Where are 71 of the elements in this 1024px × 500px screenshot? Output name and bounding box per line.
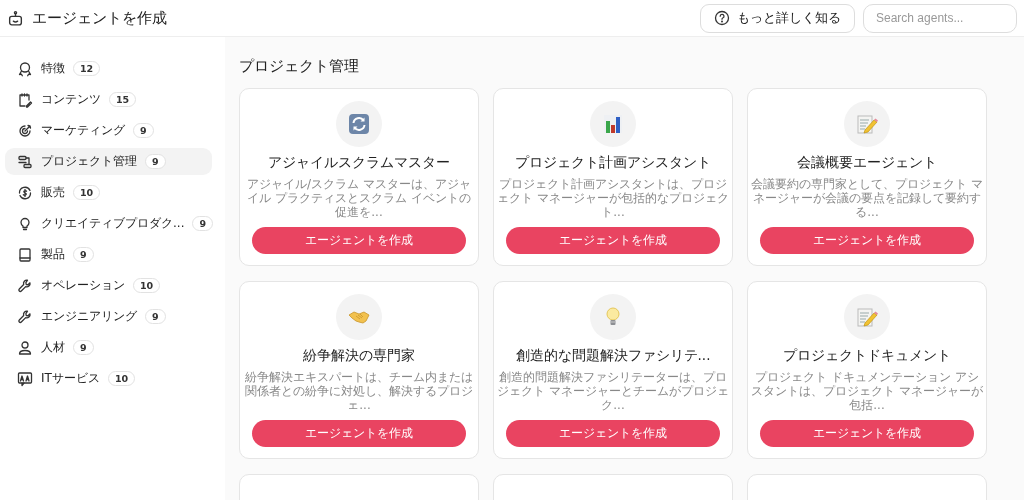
agent-description: プロジェクト計画アシスタントは、プロジェクト マネージャーが包括的なプロジェクト... [497,177,729,219]
category-label: エンジニアリング [41,308,137,325]
sidebar-item[interactable]: 製品 9 [5,241,212,268]
create-agent-button[interactable]: エージェントを作成 [506,227,720,254]
count-badge: 15 [109,92,137,107]
sidebar-item[interactable]: 人材 9 [5,334,212,361]
sidebar-item[interactable]: エンジニアリング 9 [5,303,212,330]
book-icon [17,246,33,263]
learn-more-button[interactable]: もっと詳しく知る [700,3,855,33]
agent-description: 創造的問題解決ファシリテーターは、プロジェクト マネージャーとチームがプロジェク... [497,370,729,412]
agent-title: アジャイルスクラムマスター [268,154,450,172]
category-label: プロジェクト管理 [41,153,137,170]
category-label: クリエイティブプロダク... [41,215,185,232]
section-title: プロジェクト管理 [239,57,360,76]
wrench-icon [17,277,33,294]
page-title: エージェントを作成 [32,8,168,28]
sidebar-item[interactable]: オペレーション 10 [5,272,212,299]
sidebar-item[interactable]: クリエイティブプロダク... 9 [5,210,212,237]
help-icon [714,10,730,26]
create-agent-button[interactable]: エージェントを作成 [760,227,974,254]
sidebar-item[interactable]: 特徴 12 [5,55,212,82]
search-field[interactable]: Search agents... [863,3,1017,33]
sidebar-item[interactable]: 販売 10 [5,179,212,206]
count-badge: 10 [73,185,101,200]
memo-pencil-icon [856,306,878,328]
category-label: 人材 [41,339,65,356]
count-badge: 9 [145,154,166,169]
category-label: ITサービス [41,370,100,387]
count-badge: 9 [73,247,94,262]
count-badge: 10 [133,278,161,293]
sidebar-item[interactable]: ITサービス 10 [5,365,212,392]
person-icon [17,339,33,356]
flow-icon [17,153,33,170]
clipboard-pencil-icon [17,91,33,108]
translate-icon [17,370,33,387]
agent-title: 創造的な問題解決ファシリテ... [515,347,711,365]
award-icon [17,60,33,77]
create-agent-button[interactable]: エージェントを作成 [252,227,466,254]
agent-title: プロジェクトドキュメント [783,347,951,365]
robot-icon [7,9,24,27]
sync-icon [348,113,370,135]
count-badge: 10 [107,371,136,386]
count-badge: 12 [73,61,101,76]
category-label: 販売 [41,184,65,201]
wrench-icon [17,308,33,325]
category-label: コンテンツ [41,91,101,108]
agent-title: 紛争解決の専門家 [303,347,415,365]
agent-description: 会議要約の専門家として、プロジェクト マネージャーが会議の要点を記録して要約する... [751,177,983,219]
count-badge: 9 [192,216,214,231]
agent-title: 会議概要エージェント [797,154,937,172]
target-icon [17,122,33,139]
agent-description: 紛争解決エキスパートは、チーム内または関係者との紛争に対処し、解決するプロジェ... [244,370,474,412]
sidebar-item[interactable]: マーケティング 9 [5,117,212,144]
create-agent-button[interactable]: エージェントを作成 [506,420,720,447]
count-badge: 9 [133,123,154,138]
agent-title: プロジェクト計画アシスタント [515,154,711,172]
count-badge: 9 [145,309,166,324]
agent-description: プロジェクト ドキュメンテーション アシスタントは、プロジェクト マネージャーが包括... [751,370,983,412]
agent-description: アジャイル/スクラム マスターは、アジャイル プラクティスとスクラム イベントの促進を... [246,177,472,219]
sidebar-item[interactable]: プロジェクト管理 9 [5,148,212,175]
category-label: 製品 [41,246,65,263]
lightbulb-icon [17,215,33,232]
category-label: オペレーション [41,277,125,294]
category-label: 特徴 [41,60,65,77]
create-agent-button[interactable]: エージェントを作成 [252,420,466,447]
count-badge: 9 [73,340,94,355]
memo-pencil-icon [856,113,878,135]
dollar-cycle-icon [17,184,33,201]
create-agent-button[interactable]: エージェントを作成 [760,420,974,447]
sidebar-item[interactable]: コンテンツ 15 [5,86,212,113]
category-label: マーケティング [41,122,125,139]
